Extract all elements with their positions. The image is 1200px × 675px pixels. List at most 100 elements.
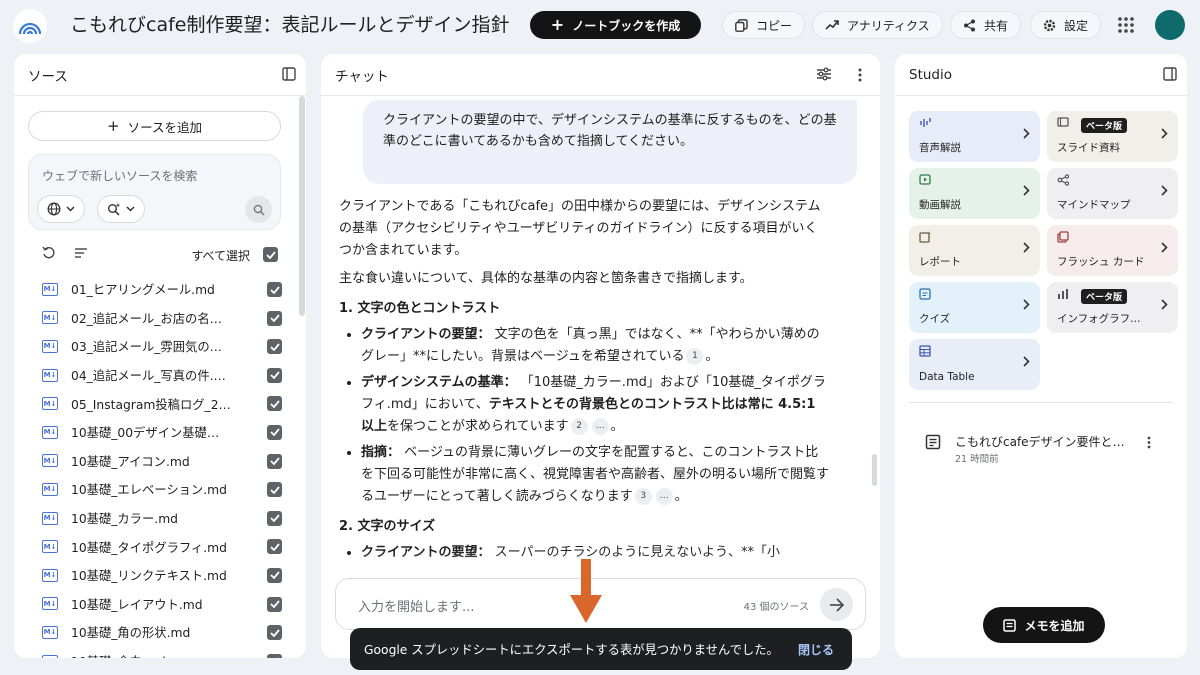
search-submit-button[interactable] xyxy=(245,196,272,223)
label-client-request: クライアントの要望： xyxy=(361,545,491,560)
chat-scrollbar[interactable] xyxy=(872,454,877,486)
citation-badge[interactable]: 3 xyxy=(634,488,652,505)
tile-label: 動画解説 xyxy=(919,199,961,211)
share-button[interactable]: 共有 xyxy=(950,11,1022,39)
source-checkbox[interactable] xyxy=(267,596,282,612)
source-checkbox[interactable] xyxy=(267,339,282,355)
refresh-icon[interactable] xyxy=(42,246,56,260)
sort-icon[interactable] xyxy=(74,247,88,259)
source-checkbox[interactable] xyxy=(267,453,282,469)
source-checkbox[interactable] xyxy=(267,625,282,641)
mind-map-tile[interactable]: マインドマップ xyxy=(1047,168,1178,219)
source-checkbox[interactable] xyxy=(267,510,282,526)
notebooklm-logo[interactable] xyxy=(13,9,47,43)
source-item[interactable]: M↓ 10基礎_カラー.md xyxy=(42,504,290,533)
tile-label: 音声解説 xyxy=(919,142,961,154)
user-avatar[interactable] xyxy=(1155,10,1185,40)
source-item[interactable]: M↓ 04_追記メール_写真の件.md xyxy=(42,361,290,390)
settings-button[interactable]: 設定 xyxy=(1030,11,1102,39)
web-source-dropdown[interactable] xyxy=(37,195,85,223)
source-item[interactable]: M↓ 02_追記メール_お店の名前について.md xyxy=(42,304,290,333)
report-icon xyxy=(919,231,931,243)
more-vert-icon[interactable] xyxy=(858,68,862,82)
source-tools-row: すべて選択 xyxy=(42,244,282,266)
source-list: M↓01_ヒアリングメール.mdM↓02_追記メール_お店の名前について.mdM… xyxy=(42,275,290,658)
section-heading-size: 2. 文字のサイズ xyxy=(339,519,436,534)
source-name: 10基礎_余白.md xyxy=(71,652,231,658)
add-note-button[interactable]: メモを追加 xyxy=(983,607,1105,643)
slide-deck-tile[interactable]: ベータ版 スライド資料 xyxy=(1047,111,1178,162)
source-name: 10基礎_アイコン.md xyxy=(71,454,190,469)
flashcards-tile[interactable]: フラッシュ カード xyxy=(1047,225,1178,276)
citation-badge[interactable]: 1 xyxy=(686,348,704,365)
source-checkbox[interactable] xyxy=(267,424,282,440)
citation-badge[interactable]: 2 xyxy=(570,418,588,435)
source-name: 10基礎_リンクテキスト.md xyxy=(71,569,227,584)
chevron-right-icon xyxy=(1023,185,1030,196)
toast-close-button[interactable]: 閉じる xyxy=(798,641,834,658)
quiz-tile[interactable]: クイズ xyxy=(909,282,1040,333)
source-item[interactable]: M↓ 10基礎_レイアウト.md xyxy=(42,590,290,619)
sources-title: ソース xyxy=(28,68,68,85)
chevron-down-icon xyxy=(126,206,135,212)
markdown-file-icon: M↓ xyxy=(42,511,58,525)
saved-note[interactable]: こもれびcafeデザイン要件と基準の整理 21 時間前 xyxy=(919,428,1169,468)
label-design-standard: デザインシステムの基準： xyxy=(361,375,517,390)
source-checkbox[interactable] xyxy=(267,396,282,412)
source-item[interactable]: M↓ 10基礎_エレベーション.md xyxy=(42,475,290,504)
infographic-tile[interactable]: ベータ版インフォグラフィック xyxy=(1047,282,1178,333)
send-button[interactable] xyxy=(820,588,853,621)
source-checkbox[interactable] xyxy=(267,567,282,583)
markdown-file-icon: M↓ xyxy=(42,454,58,468)
share-label: 共有 xyxy=(984,18,1009,33)
source-checkbox[interactable] xyxy=(267,482,282,498)
citation-more-badge[interactable]: … xyxy=(591,418,609,435)
source-item[interactable]: M↓ 10基礎_角の形状.md xyxy=(42,618,290,647)
audio-overview-tile[interactable]: 音声解説 xyxy=(909,111,1040,162)
divider xyxy=(909,402,1173,403)
data-table-tile[interactable]: Data Table xyxy=(909,339,1040,390)
source-item[interactable]: M↓ 10基礎_余白.md xyxy=(42,647,290,658)
video-overview-tile[interactable]: 動画解説 xyxy=(909,168,1040,219)
source-checkbox[interactable] xyxy=(267,310,282,326)
source-item[interactable]: M↓ 10基礎_リンクテキスト.md xyxy=(42,561,290,590)
web-source-search[interactable]: ウェブで新しいソースを検索 xyxy=(28,154,281,230)
source-checkbox[interactable] xyxy=(267,539,282,555)
source-item[interactable]: M↓ 10基礎_アイコン.md xyxy=(42,447,290,476)
source-name: 01_ヒアリングメール.md xyxy=(71,283,215,298)
analytics-button[interactable]: アナリティクス xyxy=(812,11,943,39)
sparkle-search-icon xyxy=(108,203,121,216)
check-icon xyxy=(265,250,276,259)
source-item[interactable]: M↓ 10基礎_タイポグラフィ.md xyxy=(42,532,290,561)
tune-icon[interactable] xyxy=(816,67,832,81)
source-checkbox[interactable] xyxy=(267,282,282,297)
more-vert-icon[interactable] xyxy=(1147,436,1151,449)
flashcard-icon xyxy=(1057,231,1069,243)
select-all-label: すべて選択 xyxy=(191,249,250,263)
copy-button[interactable]: コピー xyxy=(722,11,806,39)
source-count: 43 個のソース xyxy=(743,602,809,613)
citation-more-badge[interactable]: … xyxy=(655,488,673,505)
notebook-title[interactable]: こもれびcafe制作要望：表記ルールとデザイン指針 xyxy=(70,10,510,37)
source-checkbox[interactable] xyxy=(267,367,282,383)
source-item[interactable]: M↓ 05_Instagram投稿ログ_2024.md xyxy=(42,389,290,418)
check-icon xyxy=(277,657,279,658)
source-item[interactable]: M↓ 10基礎_00デザイン基礎ガイド.md xyxy=(42,418,290,447)
select-all-checkbox[interactable] xyxy=(263,247,278,262)
sources-scrollbar[interactable] xyxy=(299,96,305,316)
collapse-panel-icon[interactable] xyxy=(282,67,296,81)
sentence-end: 。 xyxy=(674,489,688,504)
collapse-panel-icon[interactable] xyxy=(1163,67,1177,81)
source-checkbox[interactable] xyxy=(267,653,282,658)
infographic-icon xyxy=(1058,289,1068,299)
apps-grid-icon[interactable] xyxy=(1116,15,1136,35)
create-notebook-button[interactable]: + ノートブックを作成 xyxy=(530,11,701,39)
report-tile[interactable]: レポート xyxy=(909,225,1040,276)
source-name: 05_Instagram投稿ログ_2024.md xyxy=(71,397,231,412)
source-item[interactable]: M↓ 01_ヒアリングメール.md xyxy=(42,275,290,304)
research-mode-dropdown[interactable] xyxy=(97,195,145,223)
add-source-button[interactable]: + ソースを追加 xyxy=(28,111,281,141)
source-item[interactable]: M↓ 03_追記メール_雰囲気の要望.md xyxy=(42,332,290,361)
markdown-file-icon: M↓ xyxy=(42,397,58,411)
chevron-right-icon xyxy=(1161,242,1168,253)
